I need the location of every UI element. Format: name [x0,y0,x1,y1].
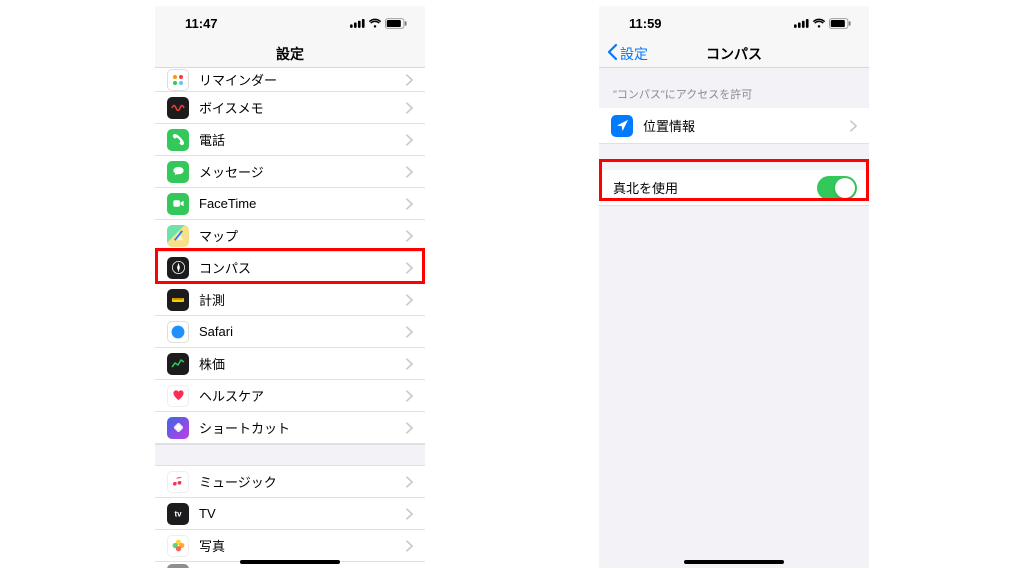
reminders-icon [167,69,189,91]
compass-icon [167,257,189,279]
settings-row-health[interactable]: ヘルスケア [155,380,425,412]
settings-screen: 11:47 設定 リマインダーボイスメモ電話メッセージ FaceTime マップコン… [155,6,425,568]
row-label: ヘルスケア [199,386,406,405]
settings-row-music[interactable]: ミュージック [155,466,425,498]
camera-icon [167,564,189,568]
chevron-right-icon [850,120,857,132]
status-time: 11:47 [185,16,218,31]
settings-row-safari[interactable]: Safari [155,316,425,348]
chevron-right-icon [406,422,413,434]
true-north-toggle[interactable] [817,176,857,200]
row-label: ボイスメモ [199,98,406,117]
voicememo-icon [167,97,189,119]
row-true-north[interactable]: 真北を使用 [599,170,869,206]
compass-settings-screen: 11:59 設定 コンパス "コンパス"にアクセスを許可 [599,6,869,568]
settings-row-messages[interactable]: メッセージ [155,156,425,188]
row-label: リマインダー [199,70,406,89]
facetime-icon [167,193,189,215]
status-icons [350,18,407,29]
home-indicator[interactable] [240,560,340,564]
section-header-access: "コンパス"にアクセスを許可 [599,68,869,108]
chevron-right-icon [406,198,413,210]
row-label: TV [199,506,406,521]
chevron-right-icon [406,508,413,520]
photos-icon [167,535,189,557]
settings-row-stocks[interactable]: 株価 [155,348,425,380]
row-label: 電話 [199,130,406,149]
music-icon [167,471,189,493]
settings-row-compass[interactable]: コンパス [155,252,425,284]
chevron-right-icon [406,262,413,274]
compass-list: 位置情報 [599,108,869,144]
settings-list[interactable]: リマインダーボイスメモ電話メッセージ FaceTime マップコンパス計測 Safar… [155,68,425,568]
chevron-right-icon [406,358,413,370]
chevron-right-icon [406,102,413,114]
settings-row-maps[interactable]: マップ [155,220,425,252]
toggle-knob [835,178,855,198]
settings-row-phone[interactable]: 電話 [155,124,425,156]
chevron-right-icon [406,294,413,306]
status-bar: 11:59 [599,6,869,40]
settings-row-voicememo[interactable]: ボイスメモ [155,92,425,124]
chevron-left-icon [607,43,618,64]
row-label: カメラ [199,566,406,569]
row-label: マップ [199,226,406,245]
section-gap [155,444,425,466]
row-label: ショートカット [199,418,406,437]
battery-icon [385,18,407,29]
messages-icon [167,161,189,183]
cellular-signal-icon [350,18,365,28]
true-north-label: 真北を使用 [613,178,817,197]
nav-title: コンパス [706,44,762,64]
row-label: ミュージック [199,472,406,491]
row-location-services[interactable]: 位置情報 [599,108,869,144]
status-icons [794,18,851,29]
status-bar: 11:47 [155,6,425,40]
home-indicator[interactable] [684,560,784,564]
safari-icon [167,321,189,343]
row-label: 写真 [199,536,406,555]
chevron-right-icon [406,390,413,402]
location-icon [611,115,633,137]
measure-icon [167,289,189,311]
chevron-right-icon [406,74,413,86]
status-time: 11:59 [629,16,662,31]
chevron-right-icon [406,326,413,338]
row-label: Safari [199,324,406,339]
row-label: コンパス [199,258,406,277]
nav-bar: 設定 [155,40,425,68]
back-label: 設定 [620,44,648,64]
compass-list-2: 真北を使用 [599,170,869,206]
row-label: 計測 [199,290,406,309]
location-label: 位置情報 [643,116,850,135]
wifi-icon [812,18,826,28]
maps-icon [167,225,189,247]
row-label: メッセージ [199,162,406,181]
shortcuts-icon [167,417,189,439]
settings-row-reminders[interactable]: リマインダー [155,68,425,92]
settings-row-facetime[interactable]: FaceTime [155,188,425,220]
row-label: 株価 [199,354,406,373]
svg-text:tv: tv [174,509,182,518]
nav-bar: 設定 コンパス [599,40,869,68]
settings-row-photos[interactable]: 写真 [155,530,425,562]
chevron-right-icon [406,540,413,552]
chevron-right-icon [406,476,413,488]
tv-icon: tv [167,503,189,525]
stocks-icon [167,353,189,375]
chevron-right-icon [406,230,413,242]
nav-title: 設定 [276,44,304,64]
chevron-right-icon [406,166,413,178]
back-button[interactable]: 設定 [607,40,648,67]
chevron-right-icon [406,134,413,146]
settings-row-tv[interactable]: tv TV [155,498,425,530]
settings-row-shortcuts[interactable]: ショートカット [155,412,425,444]
settings-row-measure[interactable]: 計測 [155,284,425,316]
wifi-icon [368,18,382,28]
health-icon [167,385,189,407]
cellular-signal-icon [794,18,809,28]
row-label: FaceTime [199,196,406,211]
battery-icon [829,18,851,29]
phone-icon [167,129,189,151]
